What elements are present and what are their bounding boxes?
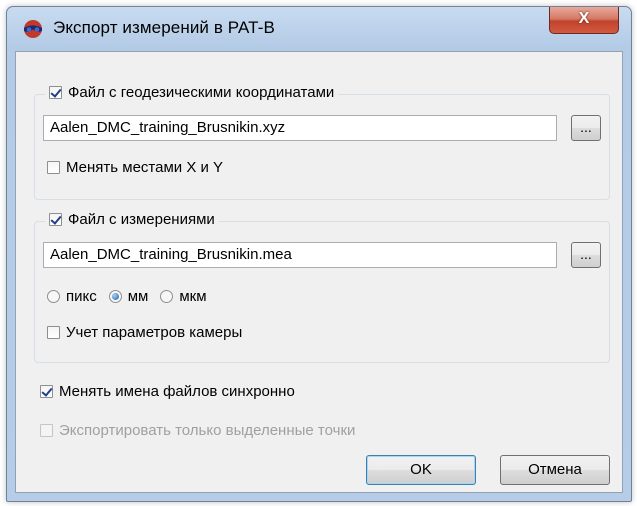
- swap-xy-check[interactable]: [47, 161, 60, 174]
- meas-file-group: Файл с измерениями Aalen_DMC_training_Br…: [34, 211, 610, 363]
- unit-radio-pix[interactable]: пикс: [47, 288, 97, 305]
- unit-radio-mkm[interactable]: мкм: [160, 288, 207, 305]
- geo-file-check[interactable]: [49, 86, 62, 99]
- camera-params-label: Учет параметров камеры: [66, 324, 243, 341]
- sync-names-label: Менять имена файлов синхронно: [59, 383, 295, 400]
- selected-only-label: Экспортировать только выделенные точки: [59, 422, 356, 439]
- unit-radio-mm[interactable]: мм: [108, 288, 149, 305]
- meas-browse-button[interactable]: ...: [571, 242, 601, 268]
- radio-pix[interactable]: [47, 290, 60, 303]
- close-icon: X: [578, 10, 590, 27]
- swap-xy-checkbox[interactable]: Менять местами X и Y: [47, 159, 223, 176]
- ellipsis-icon: ...: [580, 119, 592, 135]
- meas-file-check[interactable]: [49, 213, 62, 226]
- 3d-glasses-icon: [24, 20, 42, 38]
- swap-xy-label: Менять местами X и Y: [66, 159, 224, 176]
- meas-file-label: Файл с измерениями: [68, 211, 215, 228]
- dialog-body: Файл с геодезическими координатами Aalen…: [15, 51, 623, 493]
- selected-only-check: [40, 424, 53, 437]
- cancel-label: Отмена: [528, 461, 582, 478]
- sync-names-checkbox[interactable]: Менять имена файлов синхронно: [40, 383, 295, 400]
- export-dialog: Экспорт измерений в PAT-B X Файл с геоде…: [6, 6, 632, 502]
- meas-file-checkbox[interactable]: Файл с измерениями: [45, 211, 219, 228]
- meas-file-value: Aalen_DMC_training_Brusnikin.mea: [50, 246, 292, 263]
- geo-browse-button[interactable]: ...: [571, 115, 601, 141]
- units-radio-group: пикс мм мкм: [47, 288, 219, 305]
- title-bar[interactable]: Экспорт измерений в PAT-B X: [7, 7, 631, 51]
- unit-label-mkm: мкм: [179, 288, 207, 305]
- geo-file-input[interactable]: Aalen_DMC_training_Brusnikin.xyz: [43, 115, 557, 141]
- cancel-button[interactable]: Отмена: [500, 455, 610, 485]
- geo-file-label: Файл с геодезическими координатами: [68, 84, 335, 101]
- meas-file-input[interactable]: Aalen_DMC_training_Brusnikin.mea: [43, 242, 557, 268]
- sync-names-check[interactable]: [40, 385, 53, 398]
- geo-file-group: Файл с геодезическими координатами Aalen…: [34, 84, 610, 200]
- geo-file-checkbox[interactable]: Файл с геодезическими координатами: [45, 84, 339, 101]
- camera-params-check[interactable]: [47, 326, 60, 339]
- close-button[interactable]: X: [549, 7, 619, 34]
- unit-label-pix: пикс: [66, 288, 97, 305]
- selected-only-checkbox: Экспортировать только выделенные точки: [40, 422, 355, 439]
- radio-mm[interactable]: [108, 290, 122, 303]
- geo-file-value: Aalen_DMC_training_Brusnikin.xyz: [50, 119, 286, 136]
- radio-mkm[interactable]: [160, 290, 174, 303]
- ok-label: OK: [410, 461, 432, 478]
- window-title: Экспорт измерений в PAT-B: [53, 18, 275, 37]
- ellipsis-icon: ...: [580, 246, 592, 262]
- ok-button[interactable]: OK: [366, 455, 476, 485]
- camera-params-checkbox[interactable]: Учет параметров камеры: [47, 324, 242, 341]
- unit-label-mm: мм: [127, 288, 149, 305]
